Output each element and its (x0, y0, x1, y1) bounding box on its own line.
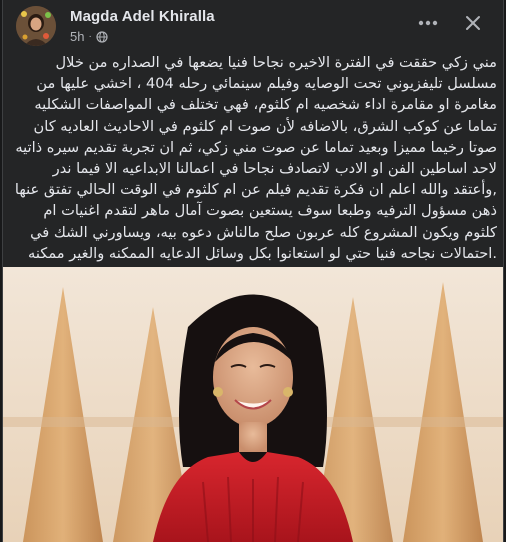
avatar-image (16, 6, 56, 46)
close-button[interactable] (458, 8, 488, 38)
post-text-line: صوتا رخيما مميزا وبعيد تماما عن صوت مني … (15, 138, 497, 156)
post-text-line: مني زكي حققت في الفترة الاخيره نجاحا فني… (55, 54, 497, 71)
post-text-line: .احتمالات نجاحه فنيا حتي لو استعانوا بكل… (28, 244, 497, 262)
author-avatar[interactable] (16, 6, 56, 46)
post-header: Magda Adel Khiralla 5h · (3, 0, 503, 50)
more-horizontal-icon (418, 20, 438, 26)
post-text-line: ذهن مسؤول الترفيه وطبعا سوف يستعين بصوت … (43, 202, 497, 220)
post-photo-image (3, 267, 503, 542)
post-text-line: تماما عن كوكب الشرق، بالاضافه لأن صوت ام… (33, 117, 497, 135)
close-icon (466, 16, 480, 30)
post-text-line: كلثوم ويكون المشروع كله عربون صلح مالناش… (30, 223, 497, 241)
post-photo[interactable] (3, 267, 503, 542)
post-text-line: مسلسل تليفزيوني تحت الوصايه وفيلم سينمائ… (36, 75, 497, 93)
author-name[interactable]: Magda Adel Khiralla (70, 8, 215, 25)
post-text-line: لاحد اساطين الفن او الادب لاتصادف نجاحا … (52, 160, 497, 178)
globe-icon[interactable] (96, 30, 108, 43)
post-text: مني زكي حققت في الفترة الاخيره نجاحا فني… (13, 52, 497, 264)
meta-separator: · (88, 31, 92, 42)
post-text-line: ,وأعتقد والله اعلم ان فكرة تقديم فيلم عن… (14, 181, 497, 199)
post-timestamp[interactable]: 5h (70, 29, 84, 44)
more-options-button[interactable] (413, 8, 443, 38)
post-card: Magda Adel Khiralla 5h · مني زكي حققت في… (2, 0, 504, 542)
post-text-line: مغامرة او مقامرة اداء شخصيه ام كلثوم، فه… (34, 96, 497, 114)
post-meta: 5h · (70, 29, 108, 44)
